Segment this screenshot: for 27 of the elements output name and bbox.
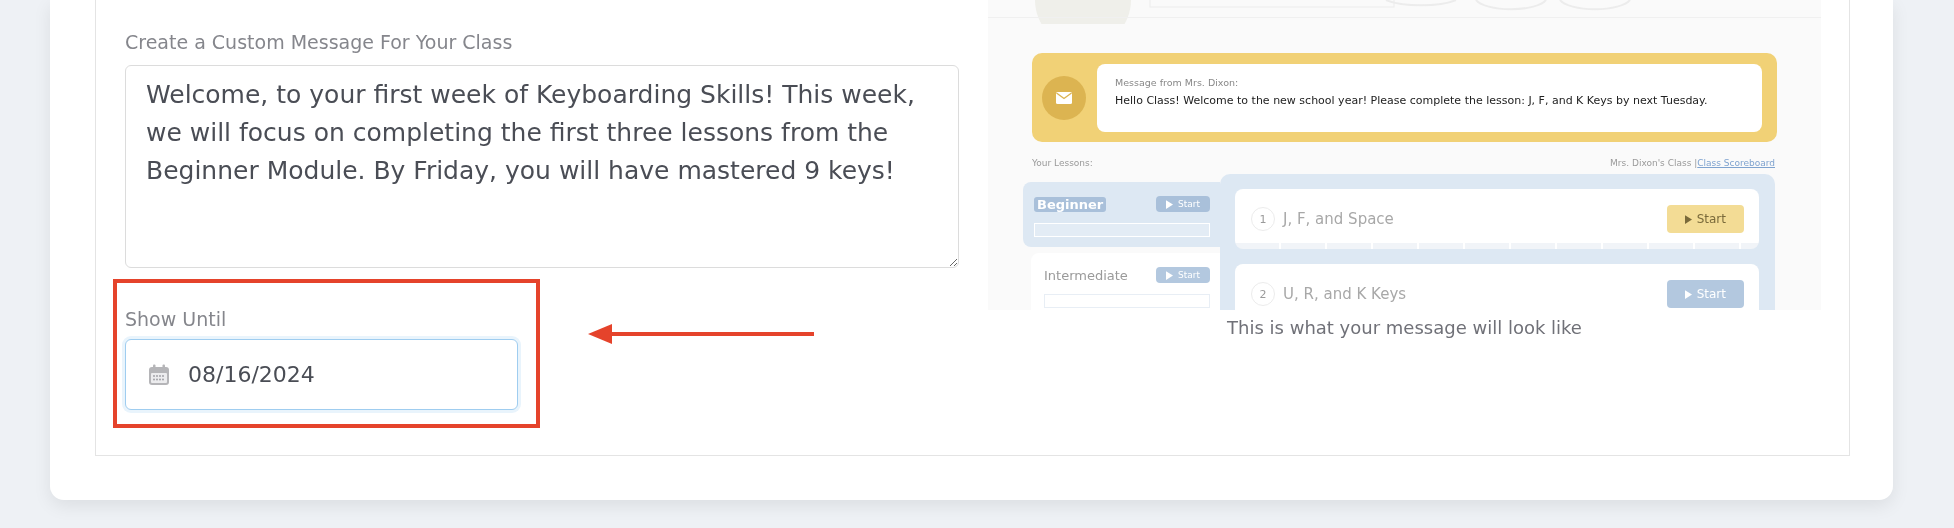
lesson-card[interactable]: 2 U, R, and K Keys Start [1235, 264, 1759, 310]
field-label: Show Until [125, 307, 228, 331]
lesson-title: U, R, and K Keys [1283, 285, 1408, 303]
start-button[interactable]: Start [1156, 267, 1210, 283]
start-button[interactable]: Start [1666, 280, 1744, 308]
module-name: Beginner [1034, 196, 1107, 212]
module-card[interactable]: Beginner Start [1023, 182, 1220, 247]
section-label: Your Lessons: [1032, 158, 1093, 168]
message-sender: Message from Mrs. Dixon: [1115, 76, 1240, 88]
play-icon [1684, 289, 1692, 299]
class-name: Mrs. Dixon's Class | [1610, 158, 1698, 168]
lesson-card[interactable]: 1 J, F, and Space Start [1235, 189, 1759, 249]
scoreboard-link[interactable]: Class Scoreboard [1697, 158, 1775, 168]
start-button[interactable]: Start [1666, 205, 1744, 233]
message-text: Hello Class! Welcome to the new school year! Please complete the lesson: J, F, and K Keys by next Tuesday. [1115, 93, 1709, 107]
date-field[interactable]: 08/16/2024 [125, 339, 518, 410]
module-name: Intermediate [1044, 267, 1128, 283]
lesson-title: J, F, and Space [1283, 210, 1395, 228]
message-field[interactable]: Welcome, to your first week of Keyboarding Skills! This week, we will focus on completing the first three lessons from the Beginner Module. By Friday, you will have mastered 9 keys! [125, 65, 959, 268]
field-label: Create a Custom Message For Your Class [125, 30, 514, 54]
module-card[interactable]: Intermediate Start [1031, 253, 1220, 310]
play-icon [1166, 270, 1173, 280]
start-button[interactable]: Start [1156, 196, 1210, 212]
envelope-icon [1042, 75, 1086, 120]
play-icon [1684, 214, 1692, 224]
preview-caption: This is what your message will look like [1226, 317, 1583, 338]
play-icon [1166, 199, 1173, 209]
